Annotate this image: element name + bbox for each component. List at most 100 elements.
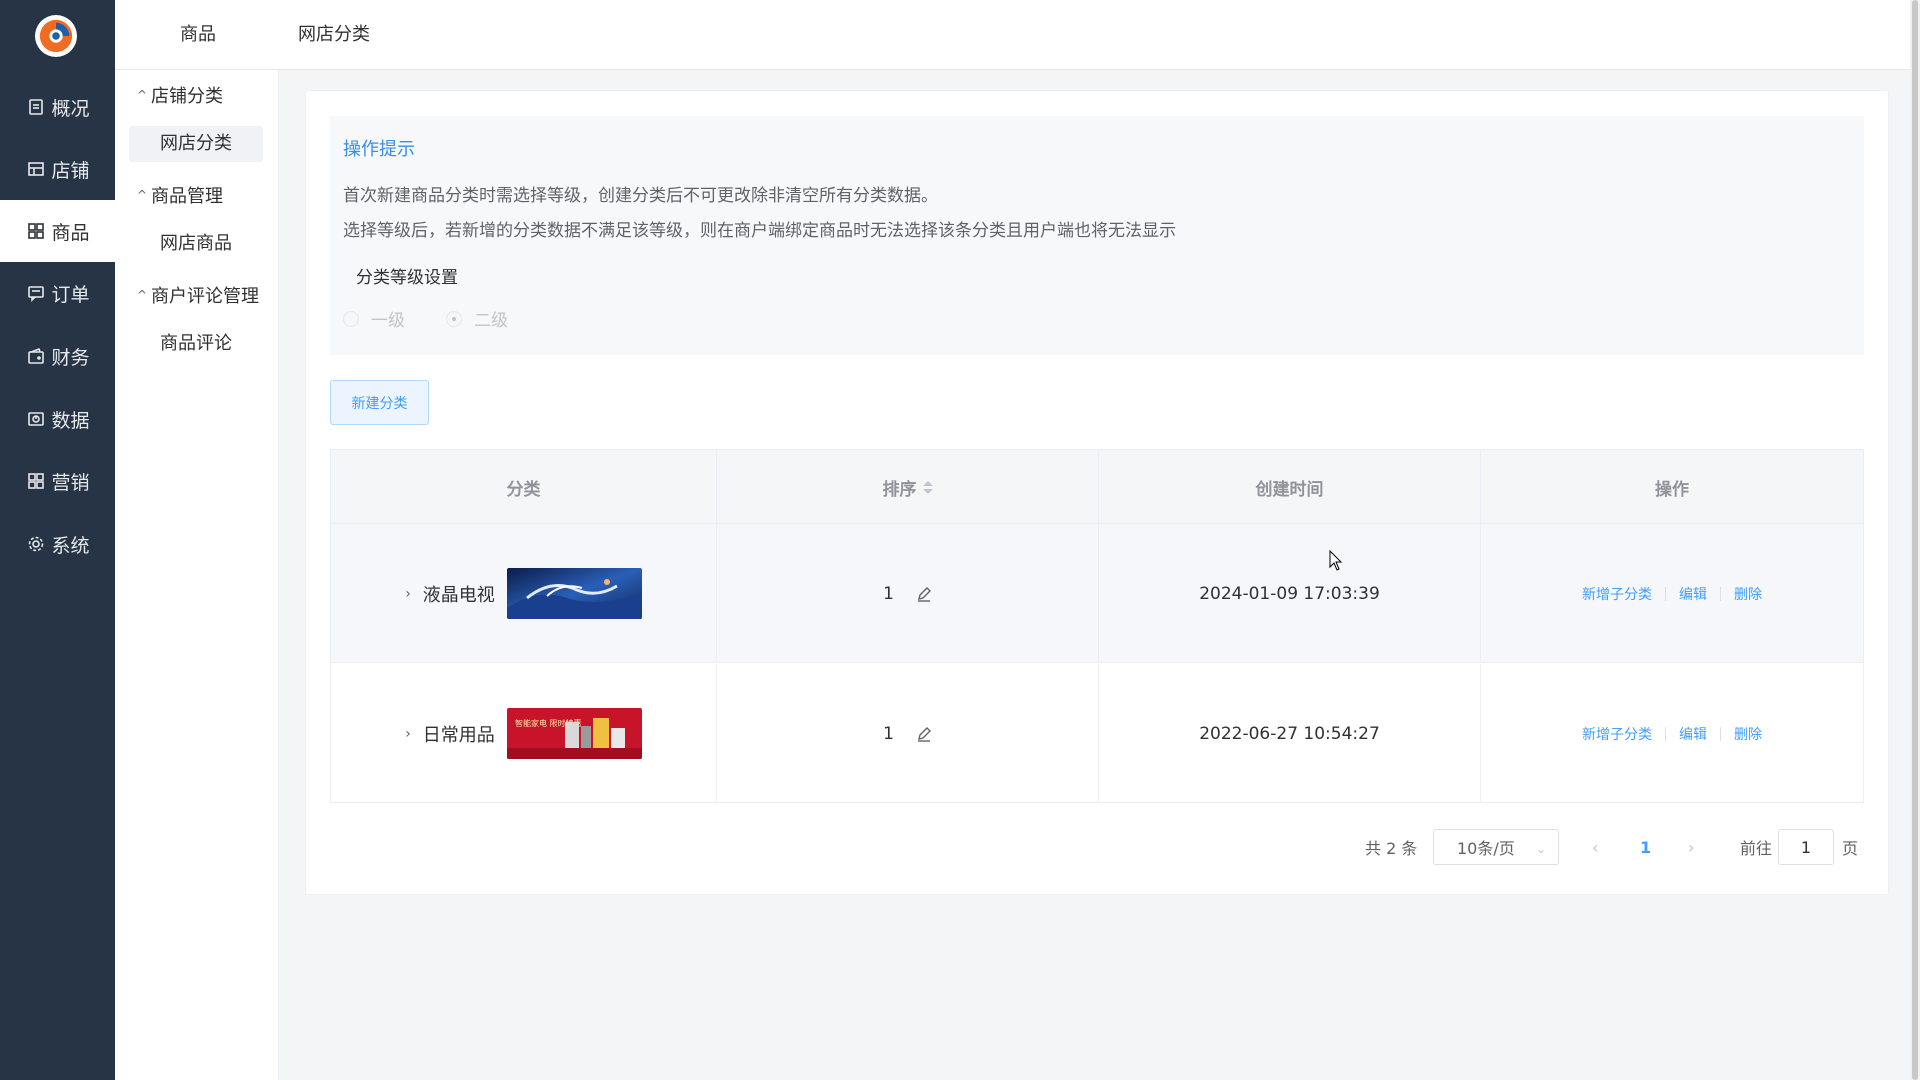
sort-value: 1 [883,723,894,744]
edit-pencil-icon[interactable] [916,726,932,742]
nav-products[interactable]: 商品 [0,200,115,262]
edit-pencil-icon[interactable] [916,586,932,602]
nav-marketing[interactable]: 营销 [0,450,115,512]
category-name: 液晶电视 [422,584,495,606]
nav-label: 财务 [51,346,90,369]
main-sidebar: 概况 店铺 商品 订单 财务 数据 营销 系统 [0,0,115,1080]
category-image: 智能家电 限时特惠 [506,708,642,759]
app-logo[interactable] [35,15,77,57]
radio-label: 一级 [371,311,405,331]
nav-overview[interactable]: 概况 [0,76,115,138]
column-header-sort[interactable]: 排序 [717,450,1099,524]
delete-link[interactable]: 删除 [1734,584,1762,604]
wallet-icon [25,345,47,367]
pagination-total: 共 2 条 [1365,839,1418,858]
new-category-button[interactable]: 新建分类 [330,380,429,425]
chevron-up-icon: ^ [137,288,148,302]
nav-label: 营销 [51,471,90,494]
subnav-item-shop-categories[interactable]: 网店分类 [129,126,263,162]
subnav-group-product-management[interactable]: ^ 商品管理 [137,182,223,208]
chevron-up-icon: ^ [137,88,148,102]
column-label: 排序 [882,479,917,500]
page-scrollbar-thumb[interactable] [1912,0,1918,1080]
page-size-value: 10条/页 [1457,839,1515,858]
radio-circle-selected [446,310,462,327]
column-header-actions: 操作 [1481,450,1863,524]
operation-tips: 操作提示 首次新建商品分类时需选择等级，创建分类后不可更改除非清空所有分类数据。… [330,116,1864,355]
cell-actions: 新增子分类 编辑 删除 [1481,664,1863,803]
radio-circle [343,310,359,327]
column-header-created: 创建时间 [1099,450,1481,524]
goto-suffix: 页 [1842,839,1859,858]
radio-level-two[interactable]: 二级 [446,306,508,331]
nav-label: 订单 [51,283,90,306]
main-card: 操作提示 首次新建商品分类时需选择等级，创建分类后不可更改除非清空所有分类数据。… [305,90,1889,895]
expand-chevron-icon[interactable]: › [405,586,411,602]
cell-sort: 1 [717,524,1099,663]
subnav-group-label: 商户评论管理 [151,286,259,307]
message-icon [25,282,47,304]
apps-icon [25,470,47,492]
nav-finance[interactable]: 财务 [0,325,115,387]
cell-created: 2024-01-09 17:03:39 [1099,524,1481,663]
add-subcategory-link[interactable]: 新增子分类 [1582,724,1652,744]
table-row[interactable]: › 日常用品 智能家电 限时特惠 1 2022-06-27 10:54:27 新… [331,664,1863,803]
cell-sort: 1 [717,664,1099,803]
nav-data[interactable]: 数据 [0,388,115,450]
radio-label: 二级 [474,311,508,331]
delete-link[interactable]: 删除 [1734,724,1762,744]
category-table: 分类 排序 创建时间 操作 › 液晶电视 1 2024-01-09 17:03:… [330,449,1864,803]
chevron-up-icon: ^ [137,188,148,202]
divider [1665,586,1666,601]
page-number-current[interactable]: 1 [1640,829,1651,865]
column-label: 操作 [1655,479,1689,500]
cell-actions: 新增子分类 编辑 删除 [1481,524,1863,663]
nav-system[interactable]: 系统 [0,513,115,575]
divider [1720,586,1721,601]
subnav-item-shop-products[interactable]: 网店商品 [129,226,263,262]
chart-icon [25,408,47,430]
cell-category: › 液晶电视 [331,524,717,663]
nav-label: 系统 [51,534,90,557]
column-header-category: 分类 [331,450,717,524]
document-icon [25,96,47,118]
subnav-group-label: 店铺分类 [151,86,223,107]
tips-title: 操作提示 [343,139,415,160]
chevron-down-icon: ⌄ [1535,842,1546,856]
tab-products[interactable]: 商品 [180,0,216,70]
column-label: 创建时间 [1255,479,1324,500]
next-page-button[interactable]: › [1688,829,1694,865]
gear-icon [25,533,47,555]
nav-label: 店铺 [51,159,90,182]
category-image [506,568,642,619]
subnav-group-store-categories[interactable]: ^ 店铺分类 [137,82,223,108]
edit-link[interactable]: 编辑 [1679,724,1707,744]
secondary-sidebar: ^ 店铺分类 网店分类 ^ 商品管理 网店商品 ^ 商户评论管理 商品评论 [115,70,279,1080]
nav-store[interactable]: 店铺 [0,138,115,200]
level-setting-title: 分类等级设置 [356,268,458,288]
cell-category: › 日常用品 智能家电 限时特惠 [331,664,717,803]
page-size-select[interactable]: 10条/页 ⌄ [1433,829,1559,865]
tab-shop-categories[interactable]: 网店分类 [298,0,370,70]
sort-caret-icon[interactable] [922,480,933,494]
nav-label: 数据 [51,409,90,432]
add-subcategory-link[interactable]: 新增子分类 [1582,584,1652,604]
prev-page-button[interactable]: ‹ [1592,829,1598,865]
edit-link[interactable]: 编辑 [1679,584,1707,604]
category-name: 日常用品 [422,724,495,746]
subnav-item-product-reviews[interactable]: 商品评论 [129,326,263,362]
radio-level-one[interactable]: 一级 [343,306,405,331]
goto-prefix: 前往 [1740,839,1773,858]
column-label: 分类 [506,479,541,500]
mouse-cursor-icon [1329,550,1343,571]
tips-line-1: 首次新建商品分类时需选择等级，创建分类后不可更改除非清空所有分类数据。 [343,186,938,206]
subnav-group-review-management[interactable]: ^ 商户评论管理 [137,282,259,308]
expand-chevron-icon[interactable]: › [405,726,411,742]
logo-icon [39,19,73,53]
goto-page-input[interactable] [1778,829,1834,865]
table-header: 分类 排序 创建时间 操作 [331,450,1863,524]
table-row[interactable]: › 液晶电视 1 2024-01-09 17:03:39 新增子分类 编辑 删除 [331,524,1863,663]
store-icon [25,158,47,180]
nav-label: 概况 [51,97,90,120]
nav-orders[interactable]: 订单 [0,262,115,324]
